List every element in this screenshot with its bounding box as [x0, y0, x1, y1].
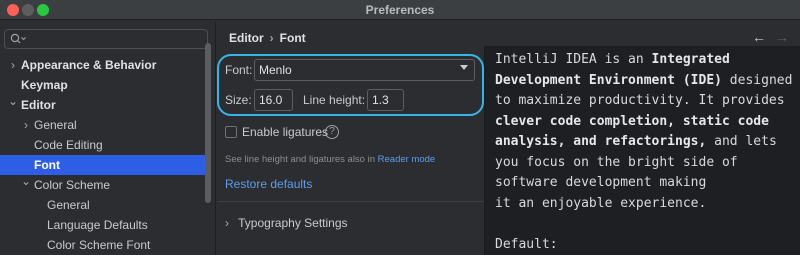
sidebar-item-general[interactable]: › General: [0, 115, 210, 135]
sidebar-item-editor[interactable]: ⌄ Editor: [0, 94, 210, 115]
preview-line: Default:: [495, 235, 792, 255]
sidebar-scrollbar[interactable]: [205, 43, 211, 203]
preview-line: clever code completion, static code: [495, 112, 792, 133]
font-size-input[interactable]: 16.0: [254, 89, 293, 111]
preview-text: IntelliJ IDEA is an: [495, 52, 652, 67]
settings-sidebar: › Appearance & Behavior Keymap ⌄ Editor › Gene…: [0, 21, 216, 255]
preview-line: [495, 214, 792, 235]
preview-bold-text: Integrated: [651, 52, 730, 67]
font-family-select[interactable]: Menlo: [254, 59, 475, 81]
title-bar: Preferences: [0, 0, 800, 20]
restore-defaults-link[interactable]: Restore defaults: [225, 177, 312, 191]
preview-line: Development Environment (IDE) designed: [495, 71, 792, 92]
breadcrumb-current: Font: [279, 31, 306, 45]
typography-settings-label: Typography Settings: [238, 216, 348, 230]
sidebar-item-label: Code Editing: [34, 138, 103, 152]
settings-tree: › Appearance & Behavior Keymap ⌄ Editor › Gene…: [0, 55, 210, 255]
chevron-down-icon[interactable]: ⌄: [21, 171, 31, 191]
settings-search-input[interactable]: [4, 29, 208, 49]
dropdown-caret-icon: [460, 65, 468, 70]
sidebar-item-label: Font: [34, 158, 60, 172]
preview-line: software development making: [495, 173, 792, 194]
sidebar-item-label: Appearance & Behavior: [21, 58, 157, 72]
enable-ligatures-label[interactable]: Enable ligatures: [242, 125, 328, 139]
window-title: Preferences: [365, 3, 435, 17]
preview-text: Default:: [495, 236, 558, 252]
sidebar-item-appearance-behavior[interactable]: › Appearance & Behavior: [0, 55, 210, 75]
preview-text: it an enjoyable experience.: [495, 195, 707, 211]
sidebar-item-general[interactable]: General: [0, 195, 210, 215]
sidebar-item-label: Color Scheme: [34, 178, 111, 192]
sidebar-item-font[interactable]: Font: [0, 155, 210, 175]
preview-line: to maximize productivity. It provides: [495, 91, 792, 112]
back-arrow-icon[interactable]: ←: [752, 29, 766, 45]
sidebar-item-color-scheme[interactable]: ⌄ Color Scheme: [0, 174, 210, 195]
line-height-input[interactable]: 1.3: [367, 89, 404, 111]
enable-ligatures-checkbox[interactable]: [225, 126, 237, 138]
reader-mode-note-text: See line height and ligatures also in: [225, 154, 378, 165]
sidebar-item-label: General: [47, 198, 90, 212]
reader-mode-note: See line height and ligatures also in Re…: [225, 154, 435, 165]
sidebar-item-color-scheme-font[interactable]: Color Scheme Font: [0, 235, 210, 255]
section-divider: [217, 201, 484, 202]
sidebar-item-label: Language Defaults: [47, 218, 148, 232]
forward-arrow-icon[interactable]: →: [775, 29, 789, 45]
chevron-down-icon[interactable]: ⌄: [8, 91, 18, 111]
chevron-right-icon[interactable]: ›: [21, 115, 31, 135]
preview-bold-text: Development Environment (IDE): [495, 72, 722, 88]
preview-text: and lets: [706, 134, 777, 149]
typography-settings-toggle[interactable]: › Typography Settings: [225, 216, 348, 230]
font-preview-text: IntelliJ IDEA is an Integrated Developmen…: [495, 50, 792, 255]
sidebar-item-label: Editor: [21, 98, 56, 112]
breadcrumb: Editor › Font: [229, 31, 306, 45]
preview-line: analysis, and refactorings, and lets: [495, 132, 792, 153]
sidebar-item-label: General: [34, 118, 77, 132]
sidebar-item-code-editing[interactable]: Code Editing: [0, 135, 210, 155]
line-height-label: Line height:: [303, 93, 366, 107]
preview-text: you focus on the bright side of: [495, 154, 738, 170]
size-label: Size:: [225, 93, 252, 107]
preview-text: designed: [721, 72, 793, 88]
preview-line: you focus on the bright side of: [495, 153, 792, 174]
sidebar-item-keymap[interactable]: Keymap: [0, 75, 210, 95]
font-label: Font:: [225, 63, 253, 77]
preview-divider[interactable]: [484, 46, 485, 255]
font-family-value: Menlo: [259, 63, 292, 77]
font-size-value: 16.0: [259, 93, 283, 107]
breadcrumb-separator: ›: [269, 31, 274, 45]
sidebar-item-label: Keymap: [21, 78, 68, 92]
preview-bold-text: analysis, and refactorings,: [495, 134, 707, 149]
reader-mode-link[interactable]: Reader mode: [378, 154, 436, 165]
search-icon: [10, 33, 26, 44]
breadcrumb-parent[interactable]: Editor: [229, 31, 264, 45]
help-icon[interactable]: ?: [325, 125, 339, 139]
preview-bold-text: clever code completion, static code: [495, 113, 769, 129]
chevron-right-icon[interactable]: ›: [8, 55, 18, 75]
preview-line: it an enjoyable experience.: [495, 194, 792, 215]
preview-text: software development making: [495, 175, 707, 190]
sidebar-item-language-defaults[interactable]: Language Defaults: [0, 215, 210, 235]
line-height-value: 1.3: [372, 93, 389, 107]
preview-text: to maximize productivity. It provides: [495, 93, 785, 108]
sidebar-item-label: Color Scheme Font: [47, 238, 151, 252]
chevron-right-icon: ›: [225, 216, 229, 230]
preview-line: IntelliJ IDEA is an Integrated: [495, 50, 792, 71]
